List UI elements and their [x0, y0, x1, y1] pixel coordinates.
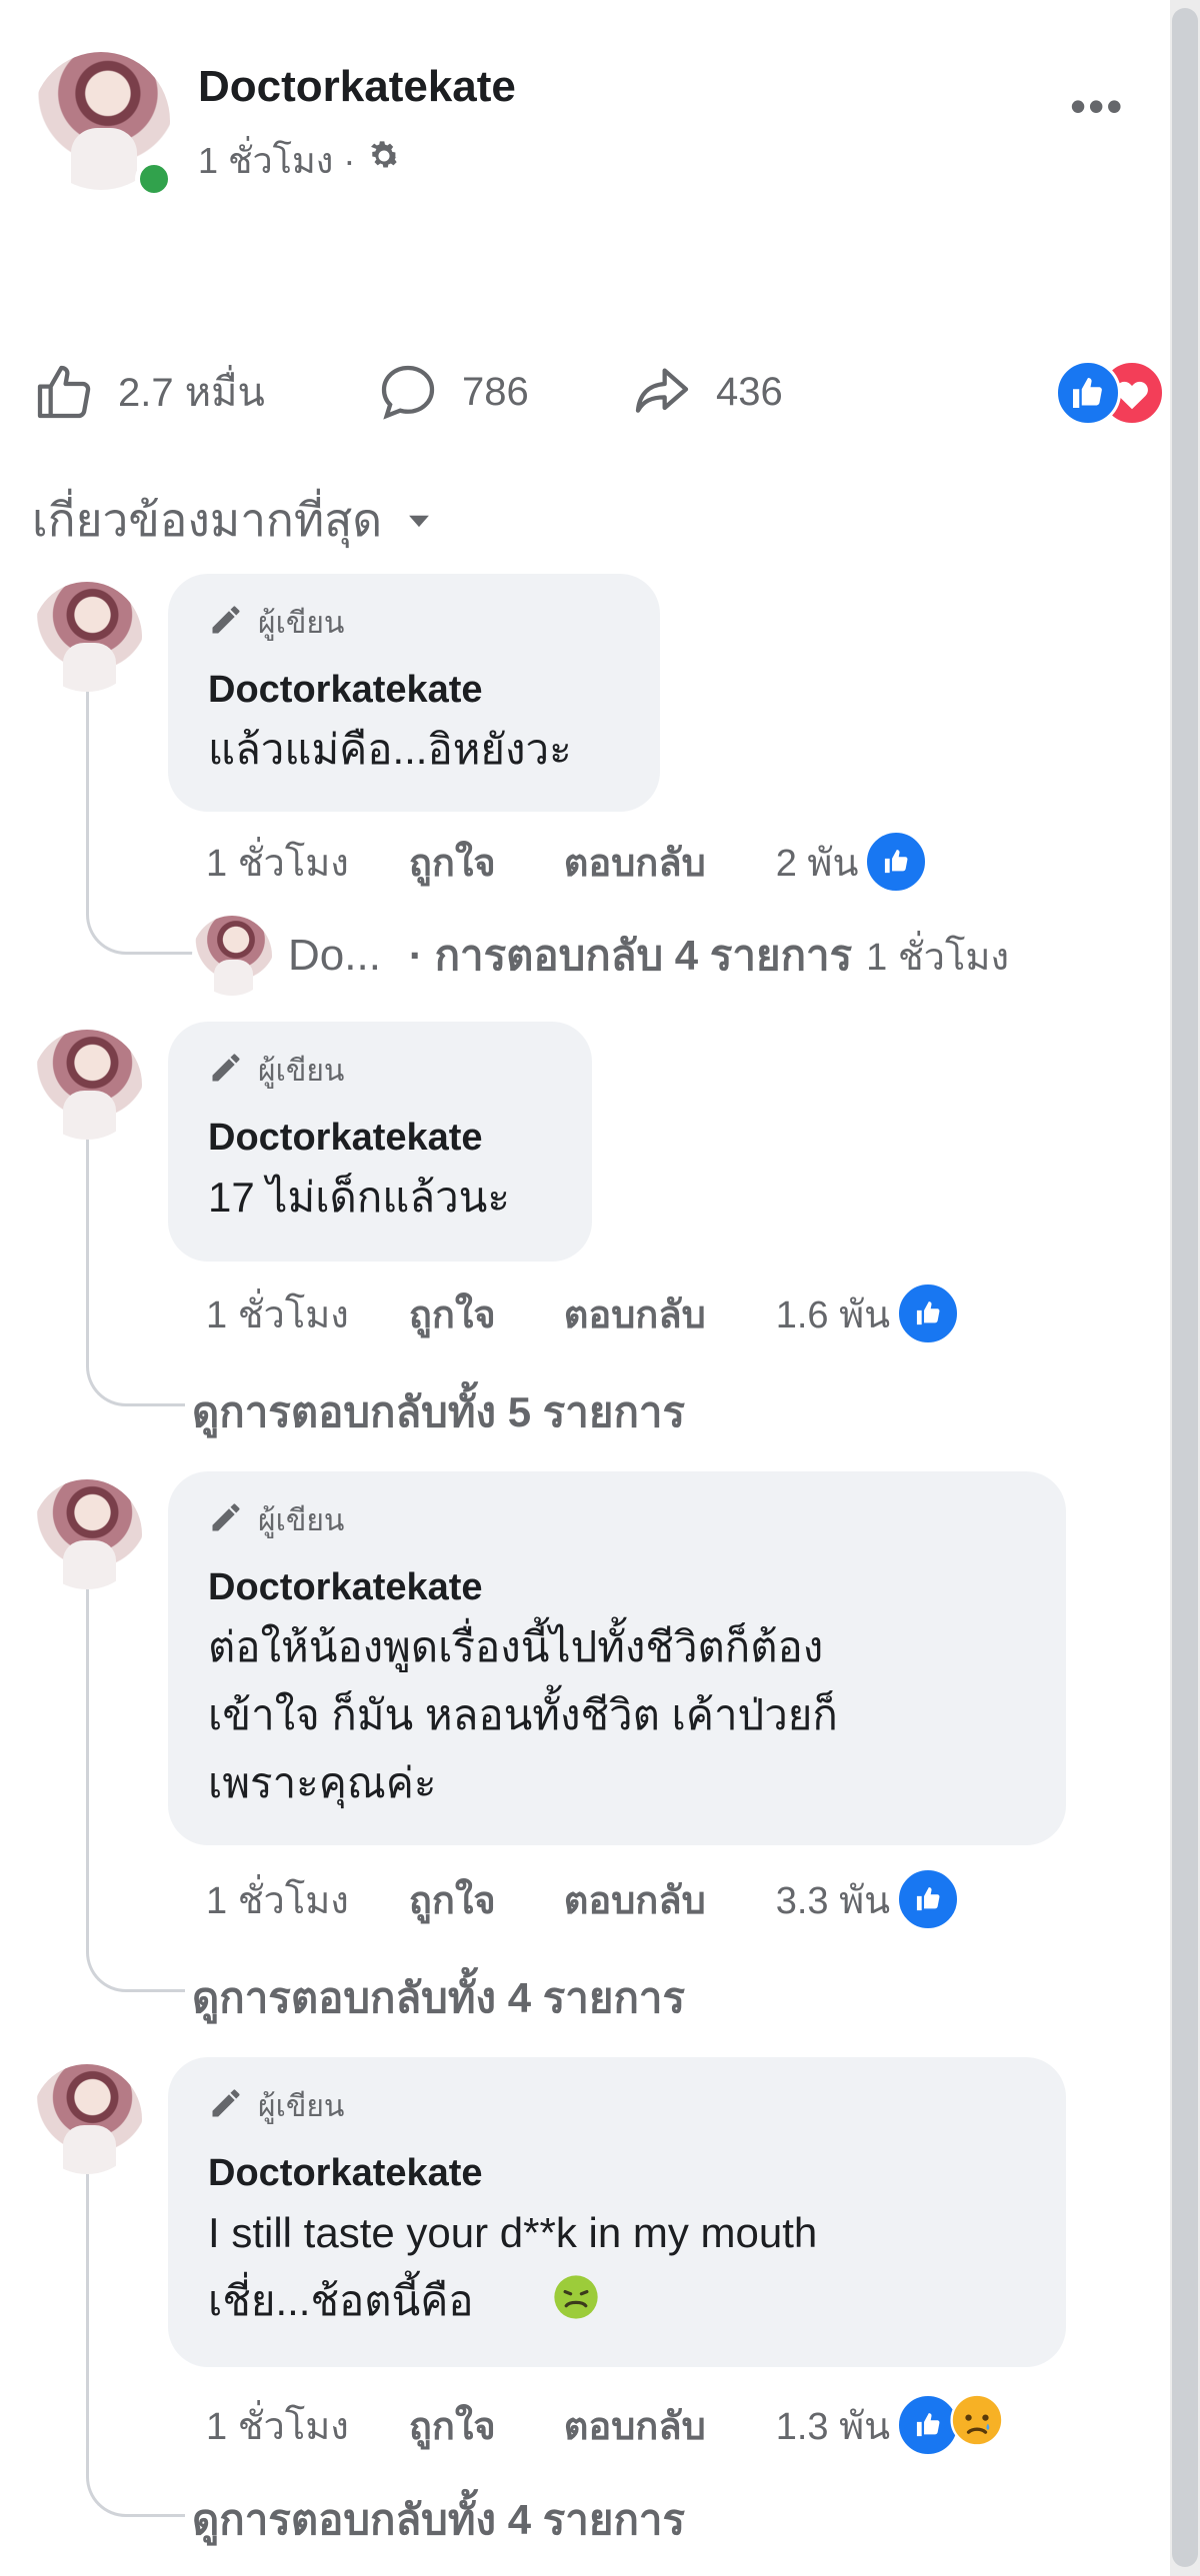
post-time[interactable]: 1 ชั่วโมง ·	[198, 132, 355, 189]
comment-bubble: ผู้เขียน Doctorkatekate ต่อให้น้องพูดเรื…	[168, 1471, 1066, 1845]
comment-avatar[interactable]	[32, 582, 142, 692]
comment-actions: 1 ชั่วโมง ถูกใจ ตอบกลับ 2 พัน	[206, 830, 929, 894]
comment-actions: 1 ชั่วโมง ถูกใจ ตอบกลับ 3.3 พัน	[206, 1867, 961, 1931]
pencil-icon	[208, 2085, 244, 2129]
post-author-name[interactable]: Doctorkatekate	[198, 62, 516, 112]
comment-text: ต่อให้น้องพูดเรื่องนี้ไปทั้งชีวิตก็ต้อง …	[208, 1623, 838, 1806]
author-badge: ผู้เขียน	[208, 600, 620, 647]
view-replies-link[interactable]: ดูการตอบกลับทั้ง 4 รายการ	[192, 1965, 685, 2031]
comment-author[interactable]: Doctorkatekate	[208, 1117, 552, 1160]
pencil-icon	[208, 602, 244, 646]
pencil-icon	[208, 1050, 244, 1094]
reaction-summary[interactable]	[1055, 360, 1175, 426]
comment-author[interactable]: Doctorkatekate	[208, 669, 620, 712]
comment-bubble: ผู้เขียน Doctorkatekate 17 ไม่เด็กแล้วนะ	[168, 1022, 592, 1262]
reaction-count-text: 2 พัน	[775, 842, 859, 885]
reply-button[interactable]: ตอบกลับ	[564, 1869, 706, 1930]
comment-avatar[interactable]	[32, 1030, 142, 1140]
reply-button[interactable]: ตอบกลับ	[564, 1284, 706, 1344]
comment-author[interactable]: Doctorkatekate	[208, 2152, 1026, 2195]
comment-stat[interactable]: 786	[376, 360, 529, 424]
like-reaction-icon	[896, 1282, 961, 1345]
like-button[interactable]: ถูกใจ	[409, 1869, 496, 1930]
author-badge-label: ผู้เขียน	[258, 1504, 345, 1537]
reaction-count[interactable]: 1.3 พัน	[776, 2391, 1006, 2459]
comment-filter-dropdown[interactable]: เกี่ยวข้องมากที่สุด	[32, 484, 436, 557]
comment-time[interactable]: 1 ชั่วโมง	[206, 1284, 349, 1344]
share-stat[interactable]: 436	[630, 360, 783, 424]
like-reaction-icon	[896, 1867, 961, 1931]
share-count: 436	[716, 369, 783, 414]
reply-author: Do...	[288, 931, 381, 980]
reaction-count[interactable]: 2 พัน	[776, 830, 929, 894]
gear-icon[interactable]	[365, 137, 403, 184]
sad-reaction-icon	[948, 2391, 1006, 2459]
comment-actions: 1 ชั่วโมง ถูกใจ ตอบกลับ 1.6 พัน	[206, 1282, 961, 1345]
comment-count: 786	[462, 369, 529, 414]
comment-text: 17 ไม่เด็กแล้วนะ	[208, 1174, 510, 1221]
like-count: 2.7 หมื่น	[118, 371, 265, 415]
online-status-indicator	[135, 160, 173, 198]
author-badge: ผู้เขียน	[208, 1048, 552, 1095]
reaction-count[interactable]: 3.3 พัน	[775, 1867, 961, 1931]
comment-body: I still taste your d**k in my mouth เชี่…	[208, 2199, 1026, 2335]
reply-button[interactable]: ตอบกลับ	[564, 832, 706, 893]
like-button[interactable]: ถูกใจ	[409, 2395, 496, 2456]
reply-time: 1 ชั่วโมง	[866, 936, 1010, 979]
author-badge: ผู้เขียน	[208, 2083, 1026, 2130]
comment-avatar[interactable]	[32, 1479, 142, 1589]
reply-button[interactable]: ตอบกลับ	[564, 2395, 706, 2456]
reaction-count-text: 1.3 พัน	[775, 2405, 891, 2448]
reply-preview[interactable]: Do... · การตอบกลับ 4 รายการ 1 ชั่วโมง	[192, 916, 1009, 996]
thumbs-up-icon	[32, 360, 96, 424]
comment-icon	[376, 360, 440, 424]
author-badge-label: ผู้เขียน	[258, 607, 345, 640]
comment-author[interactable]: Doctorkatekate	[208, 1566, 1026, 1609]
comment-text: แล้วแม่คือ...อิหยังวะ	[208, 726, 572, 773]
filter-label: เกี่ยวข้องมากที่สุด	[32, 494, 383, 546]
comment-text: I still taste your d**k in my mouth เชี่…	[208, 2209, 818, 2324]
author-badge: ผู้เขียน	[208, 1497, 1026, 1544]
caret-down-icon	[402, 494, 436, 548]
nauseated-face-emoji	[550, 2271, 602, 2328]
comment-bubble: ผู้เขียน Doctorkatekate I still taste yo…	[168, 2057, 1066, 2367]
view-replies-link[interactable]: ดูการตอบกลับทั้ง 5 รายการ	[192, 1379, 685, 1445]
comment-avatar[interactable]	[32, 2064, 142, 2174]
reply-avatar	[192, 916, 272, 996]
pencil-icon	[208, 1499, 244, 1543]
scrollbar-thumb[interactable]	[1172, 8, 1198, 2567]
author-badge-label: ผู้เขียน	[258, 2090, 345, 2123]
comment-time[interactable]: 1 ชั่วโมง	[206, 1869, 349, 1930]
post-meta: 1 ชั่วโมง ·	[198, 132, 403, 189]
share-arrow-icon	[630, 360, 694, 424]
author-badge-label: ผู้เขียน	[258, 1055, 345, 1088]
comment-actions: 1 ชั่วโมง ถูกใจ ตอบกลับ 1.3 พัน	[206, 2391, 1006, 2459]
reaction-count[interactable]: 1.6 พัน	[775, 1282, 961, 1345]
reaction-count-text: 1.6 พัน	[775, 1293, 891, 1336]
more-dots-icon[interactable]: •••	[1070, 83, 1124, 129]
like-reaction-icon	[1055, 360, 1121, 426]
like-button[interactable]: ถูกใจ	[409, 832, 496, 893]
comment-time[interactable]: 1 ชั่วโมง	[206, 832, 349, 893]
like-button[interactable]: ถูกใจ	[409, 1284, 496, 1344]
view-replies-link[interactable]: ดูการตอบกลับทั้ง 4 รายการ	[192, 2487, 685, 2553]
comment-bubble: ผู้เขียน Doctorkatekate แล้วแม่คือ...อิห…	[168, 574, 660, 812]
reply-count-text: · การตอบกลับ 4 รายการ	[408, 932, 853, 979]
comment-time[interactable]: 1 ชั่วโมง	[206, 2395, 349, 2456]
reaction-count-text: 3.3 พัน	[775, 1879, 891, 1922]
like-stat[interactable]: 2.7 หมื่น	[32, 360, 265, 424]
like-reaction-icon	[864, 830, 929, 894]
